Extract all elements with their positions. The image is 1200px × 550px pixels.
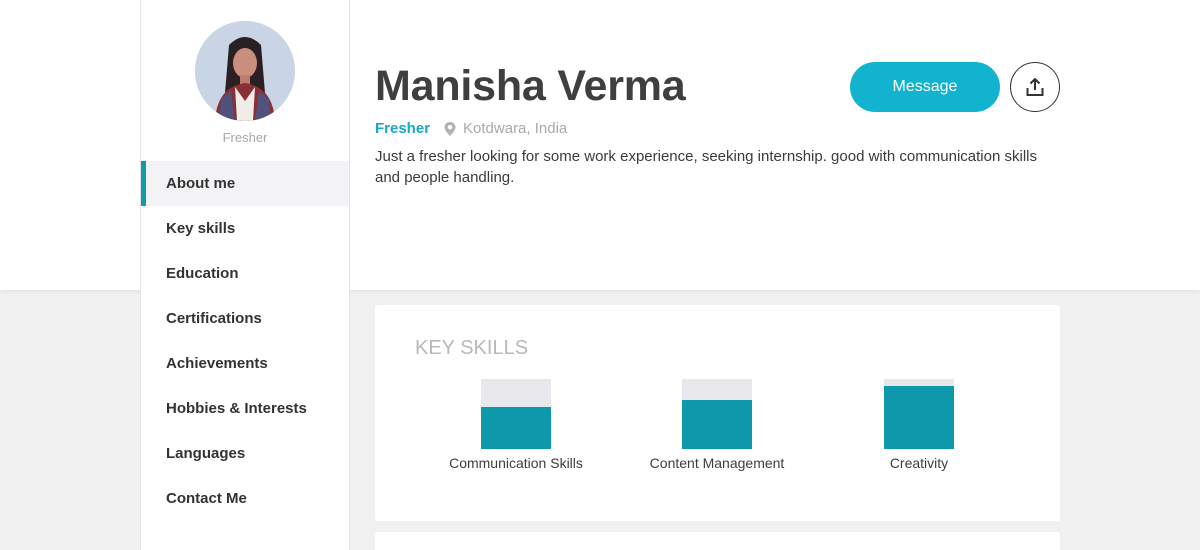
share-icon — [1026, 78, 1044, 96]
skill-communication: Communication Skills — [431, 379, 601, 471]
sidebar-item-hobbies-interests[interactable]: Hobbies & Interests — [141, 386, 349, 431]
skill-bar-track — [481, 379, 551, 449]
sidebar-item-about-me[interactable]: About me — [141, 161, 349, 206]
next-section-card — [375, 532, 1060, 550]
skill-bar-fill — [481, 407, 551, 449]
skill-bar-fill — [682, 400, 752, 449]
skill-bar-track — [682, 379, 752, 449]
sidebar-item-achievements[interactable]: Achievements — [141, 341, 349, 386]
message-button[interactable]: Message — [850, 62, 1000, 112]
skill-bar-fill — [884, 386, 954, 449]
profile-bio: Just a fresher looking for some work exp… — [375, 148, 1037, 186]
status-badge: Fresher — [375, 120, 431, 137]
sidebar-item-education[interactable]: Education — [141, 251, 349, 296]
sidebar-item-languages[interactable]: Languages — [141, 431, 349, 476]
skill-label: Content Management — [649, 455, 785, 471]
key-skills-title: KEY SKILLS — [415, 337, 529, 359]
profile-location: Kotdwara, India — [463, 120, 568, 137]
skill-content-management: Content Management — [632, 379, 802, 471]
sidebar-item-key-skills[interactable]: Key skills — [141, 206, 349, 251]
skill-creativity: Creativity — [834, 379, 1004, 471]
sidebar-nav: About me Key skills Education Certificat… — [141, 161, 349, 521]
key-skills-card: KEY SKILLS Communication Skills Content … — [375, 305, 1060, 521]
avatar-photo — [195, 21, 295, 121]
skill-label: Creativity — [889, 455, 949, 471]
avatar — [195, 21, 295, 121]
profile-name: Manisha Verma — [375, 62, 686, 110]
skill-label: Communication Skills — [449, 455, 583, 471]
sidebar: Fresher About me Key skills Education Ce… — [140, 0, 350, 550]
profile-meta: Fresher Kotdwara, India — [375, 120, 567, 137]
avatar-caption: Fresher — [222, 130, 268, 145]
sidebar-item-certifications[interactable]: Certifications — [141, 296, 349, 341]
skill-bar-track — [884, 379, 954, 449]
share-button[interactable] — [1010, 62, 1060, 112]
sidebar-item-contact-me[interactable]: Contact Me — [141, 476, 349, 521]
location-pin-icon — [444, 121, 456, 136]
